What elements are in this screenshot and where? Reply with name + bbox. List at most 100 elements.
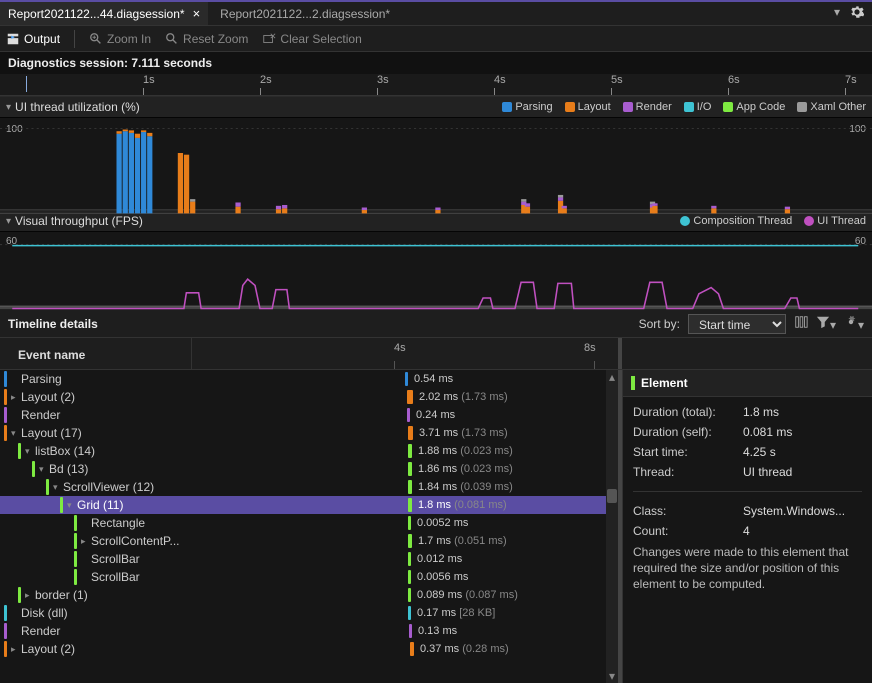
fps-section-title: Visual throughput (FPS) <box>15 214 143 228</box>
event-duration: 0.24 ms <box>416 409 455 421</box>
table-row[interactable]: Render 0.24 ms <box>0 406 606 424</box>
event-duration: 0.13 ms <box>418 625 457 637</box>
event-label: ScrollBar <box>91 552 140 566</box>
expand-icon[interactable]: ▾ <box>67 500 77 511</box>
event-marker <box>408 462 412 476</box>
tab-active[interactable]: Report2021122...44.diagsession* × <box>0 2 208 25</box>
table-row[interactable]: Rectangle 0.0052 ms <box>0 514 606 532</box>
clear-selection-label: Clear Selection <box>280 32 361 46</box>
event-marker <box>408 444 412 458</box>
scroll-thumb[interactable] <box>607 489 617 503</box>
category-bar <box>4 407 7 423</box>
event-marker <box>408 480 412 494</box>
event-label: ScrollViewer (12) <box>63 480 154 494</box>
util-section-header[interactable]: ▾ UI thread utilization (%) ParsingLayou… <box>0 96 872 118</box>
category-color-bar <box>631 376 635 390</box>
event-label: Render <box>21 408 60 422</box>
fps-chart[interactable]: 60 60 <box>0 232 872 306</box>
timeline-scale[interactable]: 4s 8s <box>192 338 618 369</box>
detail-row: Class:System.Windows... <box>633 504 862 518</box>
table-row[interactable]: ▸ border (1) 0.089 ms (0.087 ms) <box>0 586 606 604</box>
collapse-icon[interactable]: ▾ <box>6 216 11 227</box>
expand-icon[interactable]: ▸ <box>11 644 21 655</box>
tab-label: Report2021122...2.diagsession* <box>220 7 390 21</box>
tab-inactive[interactable]: Report2021122...2.diagsession* <box>212 2 398 25</box>
table-row[interactable]: Render 0.13 ms <box>0 622 606 640</box>
column-config-icon[interactable] <box>794 315 808 332</box>
expand-icon[interactable]: ▸ <box>25 590 35 601</box>
gear-icon[interactable]: ▾ <box>844 315 864 332</box>
category-bar <box>74 551 77 567</box>
zoom-in-label: Zoom In <box>107 32 151 46</box>
ruler[interactable]: 1s2s3s4s5s6s7s <box>0 74 872 96</box>
expand-icon[interactable]: ▾ <box>39 464 49 475</box>
scroll-up-icon[interactable]: ▴ <box>606 370 618 384</box>
category-bar <box>74 569 77 585</box>
legend-item: UI Thread <box>804 215 866 227</box>
event-label: Bd (13) <box>49 462 88 476</box>
toolbar: Output Zoom In Reset Zoom Clear Selectio… <box>0 26 872 52</box>
event-label: Layout (2) <box>21 642 75 656</box>
table-row[interactable]: ▾ Bd (13) 1.86 ms (0.023 ms) <box>0 460 606 478</box>
event-label: ScrollBar <box>91 570 140 584</box>
event-duration: 0.089 ms (0.087 ms) <box>417 589 518 601</box>
category-bar <box>46 479 49 495</box>
table-row[interactable]: ScrollBar 0.0056 ms <box>0 568 606 586</box>
tab-label: Report2021122...44.diagsession* <box>8 7 185 21</box>
event-label: Disk (dll) <box>21 606 68 620</box>
legend-item: App Code <box>723 101 785 113</box>
table-row[interactable]: ▸ ScrollContentP... 1.7 ms (0.051 ms) <box>0 532 606 550</box>
clear-selection-button[interactable]: Clear Selection <box>262 32 361 46</box>
table-row[interactable]: Disk (dll) 0.17 ms [28 KB] <box>0 604 606 622</box>
event-label: Render <box>21 624 60 638</box>
legend-item: Composition Thread <box>680 215 792 227</box>
event-label: Layout (2) <box>21 390 75 404</box>
event-duration: 0.012 ms <box>417 553 462 565</box>
scroll-down-icon[interactable]: ▾ <box>606 669 618 683</box>
category-bar <box>74 533 77 549</box>
util-chart[interactable]: 100 100 <box>0 118 872 210</box>
table-row[interactable]: Parsing 0.54 ms <box>0 370 606 388</box>
reset-zoom-label: Reset Zoom <box>183 32 248 46</box>
collapse-icon[interactable]: ▾ <box>6 102 11 113</box>
detail-row: Thread:UI thread <box>633 465 862 479</box>
close-icon[interactable]: × <box>193 6 201 21</box>
event-label: Layout (17) <box>21 426 82 440</box>
expand-icon[interactable]: ▾ <box>11 428 21 439</box>
gear-icon[interactable] <box>850 5 864 22</box>
table-row[interactable]: ▾ listBox (14) 1.88 ms (0.023 ms) <box>0 442 606 460</box>
table-row[interactable]: ▸ Layout (2) 0.37 ms (0.28 ms) <box>0 640 606 658</box>
reset-zoom-button[interactable]: Reset Zoom <box>165 32 248 46</box>
legend-fps: Composition Thread UI Thread <box>680 215 866 227</box>
legend-item: Layout <box>565 101 611 113</box>
zoom-in-button[interactable]: Zoom In <box>89 32 151 46</box>
expand-icon[interactable]: ▸ <box>11 392 21 403</box>
table-row[interactable]: ▾ ScrollViewer (12) 1.84 ms (0.039 ms) <box>0 478 606 496</box>
chevron-down-icon[interactable]: ▾ <box>834 5 840 22</box>
event-marker <box>408 552 411 566</box>
util-section-title: UI thread utilization (%) <box>15 100 140 114</box>
event-duration: 0.37 ms (0.28 ms) <box>420 643 509 655</box>
table-row[interactable]: ▸ Layout (2) 2.02 ms (1.73 ms) <box>0 388 606 406</box>
event-name-header[interactable]: Event name <box>0 338 192 369</box>
sort-by-select[interactable]: Start time <box>688 314 786 334</box>
event-marker <box>407 390 413 404</box>
table-row[interactable]: ScrollBar 0.012 ms <box>0 550 606 568</box>
timeline-content: Parsing 0.54 ms ▸ Layout (2) 2.02 ms (1.… <box>0 370 872 683</box>
expand-icon[interactable]: ▸ <box>81 536 91 547</box>
detail-row: Duration (total):1.8 ms <box>633 405 862 419</box>
vertical-scrollbar[interactable]: ▴ ▾ <box>606 370 618 683</box>
filter-icon[interactable]: ▾ <box>816 315 836 332</box>
detail-description: Changes were made to this element that r… <box>633 544 862 593</box>
session-duration-label: Diagnostics session: 7.111 seconds <box>0 52 872 74</box>
legend-item: I/O <box>684 101 712 113</box>
event-duration: 1.7 ms (0.051 ms) <box>418 535 507 547</box>
table-row[interactable]: ▾ Grid (11) 1.8 ms (0.081 ms) <box>0 496 606 514</box>
table-row[interactable]: ▾ Layout (17) 3.71 ms (1.73 ms) <box>0 424 606 442</box>
event-duration: 1.84 ms (0.039 ms) <box>418 481 513 493</box>
expand-icon[interactable]: ▾ <box>25 446 35 457</box>
expand-icon[interactable]: ▾ <box>53 482 63 493</box>
output-button[interactable]: Output <box>6 32 60 46</box>
category-bar <box>4 641 7 657</box>
event-label: ScrollContentP... <box>91 534 180 548</box>
